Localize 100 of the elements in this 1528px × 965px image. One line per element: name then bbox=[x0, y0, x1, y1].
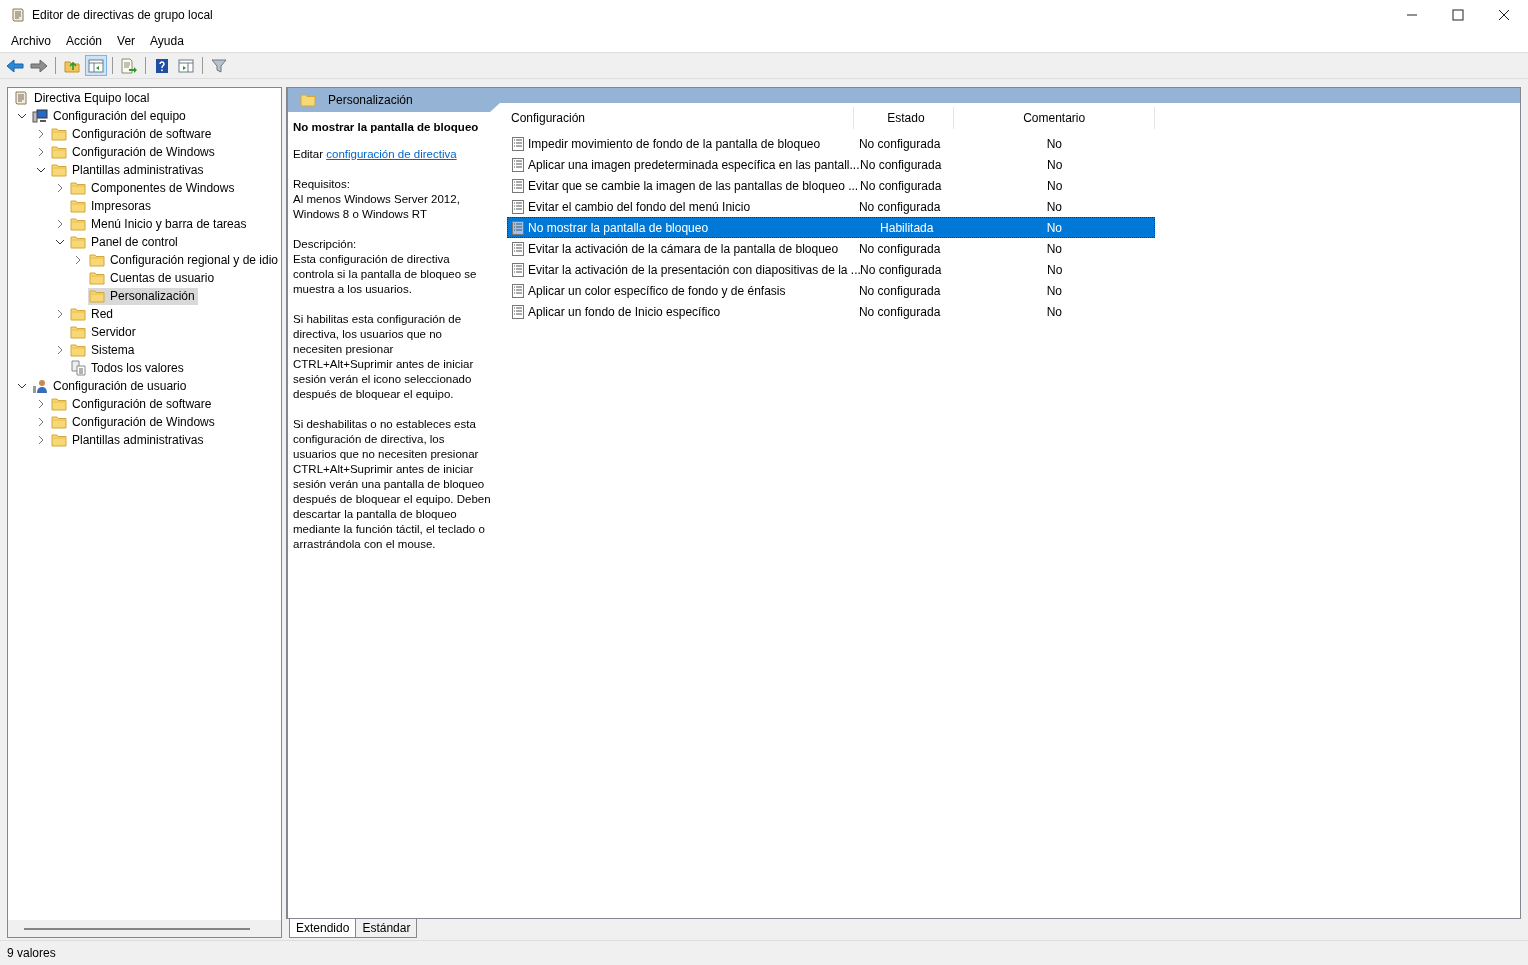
table-row[interactable]: Aplicar un color específico de fondo y de énfasis No configurada No bbox=[507, 280, 1155, 301]
folder-icon bbox=[70, 324, 86, 340]
comment-cell-text: No bbox=[1045, 220, 1063, 235]
tree-item[interactable]: Todos los valores bbox=[69, 359, 187, 377]
table-row[interactable]: Evitar la activación de la cámara de la pantalla de bloqueo No configurada No bbox=[507, 238, 1155, 259]
table-row[interactable]: Evitar la activación de la presentación con diapositivas de la ...No configurada No bbox=[507, 259, 1155, 280]
tree-item[interactable]: Directiva Equipo local bbox=[12, 89, 153, 107]
tree-item[interactable]: Plantillas administrativas bbox=[50, 161, 207, 179]
setting-name: Aplicar un color específico de fondo y de énfasis bbox=[528, 283, 786, 298]
section-title: Personalización bbox=[328, 93, 413, 107]
description-text: Si deshabilitas o no estableces esta configuración de directiva, los usuarios que no necesiten presionar CTRL+Alt+Suprimir antes de iniciar sesión verán una pantalla de bloqueo después de bloquear el equipo. Deben descartar la pantalla de bloqueo mediante la función táctil, el teclado o arrastrándola con el mouse. bbox=[293, 417, 491, 552]
edit-link[interactable]: configuración de directiva bbox=[326, 148, 457, 160]
comment-cell-text: No bbox=[1045, 241, 1063, 256]
window-pane-icon bbox=[88, 57, 104, 74]
tree-item[interactable]: Configuración de usuario bbox=[31, 377, 190, 395]
window-title: Editor de directivas de grupo local bbox=[32, 8, 213, 22]
state-cell-text: No configurada bbox=[857, 241, 942, 256]
description-text: Si habilitas esta configuración de directiva, los usuarios que no necesiten presionar CTRL+Alt+Suprimir antes de iniciar sesión verán el icono seleccionado después de bloquear el equipo. bbox=[293, 312, 475, 402]
maximize-icon[interactable] bbox=[1452, 9, 1464, 21]
scrollbar-thumb[interactable] bbox=[24, 927, 250, 930]
column-header[interactable]: Estado bbox=[854, 107, 955, 129]
column-header[interactable]: Comentario bbox=[954, 107, 1155, 129]
menu-item[interactable]: Archivo bbox=[11, 34, 51, 48]
table-row[interactable]: No mostrar la pantalla de bloqueo Habilitada No bbox=[507, 217, 1155, 238]
tree-item[interactable]: Configuración del equipo bbox=[31, 107, 189, 125]
folder-icon bbox=[51, 396, 67, 412]
table-row[interactable]: Evitar que se cambie la imagen de las pantallas de bloqueo ...No configurada No bbox=[507, 175, 1155, 196]
folder-icon bbox=[88, 252, 105, 268]
view-tab[interactable]: Estándar bbox=[355, 919, 418, 938]
folder-icon bbox=[70, 198, 86, 214]
tree-item[interactable]: Configuración de Windows bbox=[50, 413, 218, 431]
state-cell-text: No configurada bbox=[857, 199, 942, 214]
tree-item[interactable]: Panel de control bbox=[69, 233, 181, 251]
tree-item[interactable]: Personalización bbox=[88, 287, 198, 305]
comment-cell-text: No bbox=[1045, 136, 1063, 151]
folder-icon bbox=[89, 270, 105, 286]
folder-icon bbox=[70, 180, 86, 196]
table-row[interactable]: Evitar el cambio del fondo del menú Inicio No configurada No bbox=[507, 196, 1155, 217]
help-icon bbox=[154, 57, 170, 74]
tree-item[interactable]: Plantillas administrativas bbox=[50, 431, 207, 449]
menu-item[interactable]: Ver bbox=[117, 34, 136, 48]
setting-name: Evitar la activación de la cámara de la pantalla de bloqueo bbox=[528, 241, 839, 256]
tree-item[interactable]: Componentes de Windows bbox=[69, 179, 238, 197]
menu-item[interactable]: Ayuda bbox=[150, 34, 184, 48]
description-text: Esta configuración de directiva controla si la pantalla de bloqueo se muestra a los usuarios. bbox=[293, 252, 478, 297]
state-cell-text: No configurada bbox=[860, 262, 943, 277]
description-text: Al menos Windows Server 2012, Windows 8 o Windows RT bbox=[293, 192, 461, 222]
policy-icon bbox=[512, 136, 524, 151]
filter-icon bbox=[211, 57, 227, 74]
setting-name: Evitar la activación de la presentación con diapositivas de la ... bbox=[528, 262, 861, 277]
tree-item[interactable]: Impresoras bbox=[69, 197, 155, 215]
folder-icon bbox=[70, 234, 86, 250]
menu-item[interactable]: Acción bbox=[66, 34, 103, 48]
close-icon[interactable] bbox=[1498, 9, 1510, 21]
state-cell-text: Habilitada bbox=[879, 220, 935, 235]
policy-title: No mostrar la pantalla de bloqueo bbox=[293, 120, 480, 135]
comment-cell-text: No bbox=[1045, 304, 1063, 319]
chevron-down-icon[interactable] bbox=[16, 111, 27, 121]
forward-arrow-icon bbox=[30, 57, 48, 74]
chevron-down-icon[interactable] bbox=[35, 165, 46, 175]
status-text: 9 valores bbox=[7, 946, 56, 960]
table-row[interactable]: Aplicar un fondo de Inicio específico No configurada No bbox=[507, 301, 1155, 322]
policy-icon bbox=[512, 178, 524, 193]
tree-item[interactable]: Cuentas de usuario bbox=[88, 269, 218, 287]
setting-name: Impedir movimiento de fondo de la pantalla de bloqueo bbox=[528, 136, 821, 151]
tree-item[interactable]: Red bbox=[69, 305, 116, 323]
tree-item[interactable]: Configuración de Windows bbox=[50, 143, 218, 161]
export-button[interactable] bbox=[118, 55, 140, 76]
policy-icon bbox=[512, 283, 524, 298]
table-row[interactable]: Aplicar una imagen predeterminada específica en las pantall...No configurada No bbox=[507, 154, 1155, 175]
policy-icon bbox=[512, 157, 524, 172]
policy-icon bbox=[512, 304, 524, 319]
comment-cell-text: No bbox=[1045, 199, 1063, 214]
tree-item[interactable]: Configuración de software bbox=[50, 395, 215, 413]
tree-item[interactable]: Servidor bbox=[69, 323, 139, 341]
policy-icon bbox=[512, 220, 524, 235]
setting-name: Evitar el cambio del fondo del menú Inicio bbox=[528, 199, 751, 214]
folder-icon bbox=[70, 216, 86, 232]
computer-icon bbox=[32, 108, 48, 124]
window-pane-icon bbox=[178, 57, 194, 74]
tree-item[interactable]: Configuración de software bbox=[50, 125, 215, 143]
setting-name: Evitar que se cambie la imagen de las pantallas de bloqueo ... bbox=[528, 178, 859, 193]
tree-toggle-button[interactable] bbox=[85, 55, 107, 76]
chevron-down-icon[interactable] bbox=[54, 237, 65, 247]
tree-item[interactable]: Configuración regional y de idio bbox=[87, 251, 281, 269]
folder-icon bbox=[51, 126, 67, 142]
table-row[interactable]: Impedir movimiento de fondo de la pantalla de bloqueo No configurada No bbox=[507, 133, 1155, 154]
comment-cell-text: No bbox=[1046, 157, 1064, 172]
setting-name: Aplicar una imagen predeterminada específica en las pantall... bbox=[528, 157, 860, 172]
chevron-down-icon[interactable] bbox=[16, 381, 27, 391]
column-header[interactable]: Configuración bbox=[507, 107, 855, 129]
back-arrow-icon bbox=[6, 57, 24, 74]
tree-item[interactable]: Menú Inicio y barra de tareas bbox=[69, 215, 250, 233]
setting-name: No mostrar la pantalla de bloqueo bbox=[528, 220, 709, 235]
tree-item[interactable]: Sistema bbox=[69, 341, 138, 359]
folder-icon bbox=[300, 92, 316, 108]
view-tab[interactable]: Extendido bbox=[289, 919, 357, 938]
state-cell-text: No configurada bbox=[857, 304, 942, 319]
folder-icon bbox=[51, 432, 67, 448]
description-text: Descripción: bbox=[293, 237, 358, 252]
